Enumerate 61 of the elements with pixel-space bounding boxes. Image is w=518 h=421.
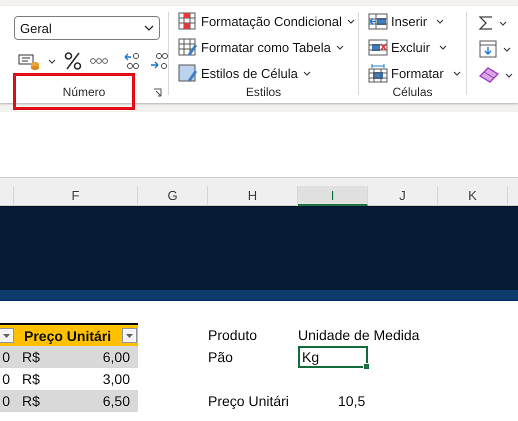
caret-icon[interactable] [336, 44, 344, 50]
column-header[interactable]: H [208, 186, 298, 206]
column-header[interactable]: J [368, 186, 438, 206]
caret-icon[interactable] [302, 70, 311, 76]
cell-text: 10,5 [337, 392, 366, 411]
table-format-icon[interactable] [178, 38, 198, 56]
eraser-icon[interactable] [479, 67, 499, 83]
chevron-down-icon[interactable] [144, 24, 154, 32]
fill-down-icon[interactable] [479, 40, 497, 58]
format-cells-icon[interactable] [368, 64, 388, 82]
ribbon-menu-button[interactable]: Formatar [359, 60, 461, 86]
cell-text: Produto [208, 326, 258, 344]
percent-icon[interactable] [64, 51, 82, 71]
dialog-launcher-icon[interactable] [153, 88, 162, 97]
table-cell: 6,50 [102, 393, 130, 409]
cell-style-icon[interactable] [178, 64, 198, 82]
table-cell: 0 [0, 346, 14, 368]
caret-icon[interactable] [346, 18, 355, 24]
group-label: Número [62, 85, 106, 99]
ribbon-menu-button[interactable]: Estilos de Célula [169, 60, 311, 86]
column-header[interactable]: K [438, 186, 508, 206]
filter-dropdown-icon[interactable] [122, 328, 137, 343]
selected-cell[interactable]: Kg [298, 346, 368, 368]
insert-cells-icon[interactable] [368, 12, 388, 30]
delete-cells-icon[interactable] [368, 38, 388, 56]
ribbon-menu-button[interactable]: Excluir [359, 34, 448, 60]
table-cell: R$ [22, 349, 40, 365]
fill-handle[interactable] [363, 363, 370, 370]
cell-text: Preço Unitári [208, 392, 290, 411]
caret-icon[interactable] [503, 46, 511, 52]
group-label: Células [392, 85, 433, 99]
filter-dropdown-icon[interactable] [0, 328, 14, 343]
column-header[interactable]: G [138, 186, 208, 206]
thousands-separator-icon[interactable] [90, 56, 108, 66]
caret-icon[interactable] [439, 44, 448, 50]
table-cell: 6,00 [102, 349, 130, 365]
decrease-decimal-icon[interactable] [150, 51, 168, 71]
cell-text: Unidade de Medida [298, 326, 420, 344]
caret-icon[interactable] [436, 18, 444, 24]
table-cell: R$ [22, 393, 40, 409]
caret-icon[interactable] [505, 72, 513, 78]
table-cell-text: 0 [1, 370, 11, 389]
caret-icon[interactable] [499, 20, 507, 26]
currency-icon[interactable] [18, 52, 40, 70]
table-cell: R$ [22, 371, 40, 387]
ribbon-menu-button[interactable]: Formatar como Tabela [169, 34, 344, 60]
ribbon-menu-button[interactable]: Inserir [359, 8, 444, 34]
column-header[interactable]: I [298, 186, 368, 206]
caret-icon[interactable] [48, 58, 56, 64]
cell-text: Pão [208, 348, 234, 367]
conditional-formatting-icon[interactable] [178, 12, 198, 30]
table-cell: 0 [0, 390, 14, 412]
column-header[interactable]: F [14, 186, 138, 206]
increase-decimal-icon[interactable] [124, 51, 142, 71]
caret-icon[interactable] [452, 70, 461, 76]
sum-icon[interactable] [479, 15, 493, 31]
table-cell: 3,00 [102, 371, 130, 387]
number-format-dropdown[interactable]: Geral [14, 16, 160, 40]
ribbon-menu-button[interactable]: Formatação Condicional [169, 8, 355, 34]
group-label: Estilos [246, 85, 282, 99]
column-heading: Preço Unitári [24, 328, 112, 344]
